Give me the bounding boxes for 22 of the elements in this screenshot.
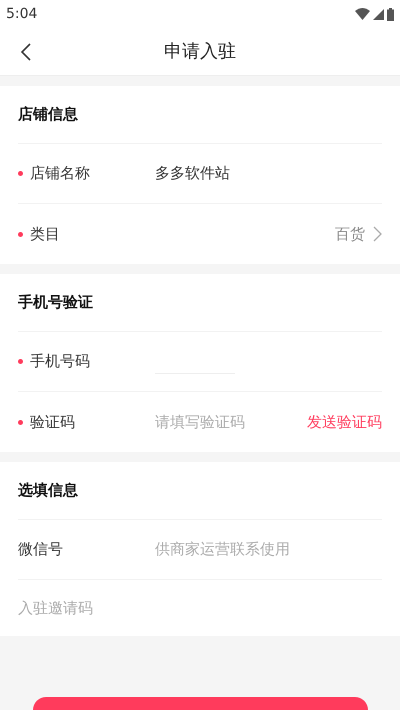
field-label: 手机号码 [30,351,90,372]
submit-button[interactable] [32,697,368,710]
status-time: 5:04 [6,4,38,24]
battery-icon [387,8,394,20]
section-title: 选填信息 [18,480,78,502]
category-select[interactable]: 百货 [335,222,382,246]
field-value: 多多软件站 [155,163,230,184]
chevron-right-icon [373,226,382,242]
wechat-field[interactable]: 供商家运营联系使用 [155,538,382,561]
back-icon [21,43,31,61]
field-label: 类目 [30,224,60,245]
code-field[interactable]: 请填写验证码 [155,410,275,434]
field-label: 店铺名称 [30,163,90,184]
field-label: 微信号 [18,539,63,560]
section-title: 手机号验证 [18,292,93,314]
wifi-icon [355,8,370,20]
signal-icon [373,8,384,20]
send-code-button[interactable]: 发送验证码 [307,410,382,434]
section-title: 店铺信息 [18,104,78,126]
page-title: 申请入驻 [164,40,236,64]
invite-code-field[interactable]: 入驻邀请码 [18,596,218,620]
field-label: 验证码 [30,412,75,433]
